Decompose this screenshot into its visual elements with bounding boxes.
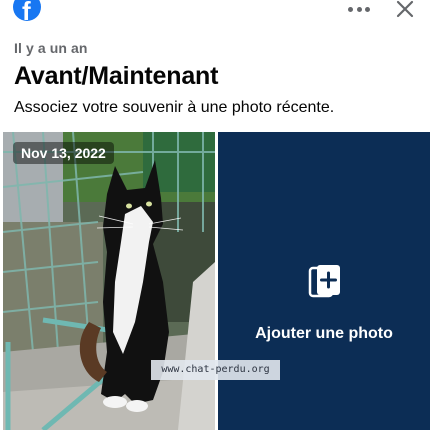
add-photo-label: Ajouter une photo — [255, 325, 393, 342]
watermark: www.chat-perdu.org — [151, 360, 280, 380]
more-dot — [365, 6, 370, 12]
top-bar: f — [0, 0, 430, 28]
cat-photo-image — [3, 132, 215, 430]
more-dot — [356, 6, 362, 12]
facebook-logo-letter: f — [22, 0, 31, 21]
memory-photo[interactable]: Nov 13, 2022 — [3, 132, 215, 430]
more-options-button[interactable] — [344, 1, 374, 17]
memory-title: Avant/Maintenant — [14, 62, 219, 90]
memory-subtitle: Associez votre souvenir à une photo réce… — [14, 99, 335, 116]
more-horizontal-icon — [348, 6, 353, 12]
photo-date-badge: Nov 13, 2022 — [13, 142, 114, 164]
memory-eyebrow: Il y a un an — [14, 40, 88, 56]
facebook-logo-icon: f — [13, 0, 41, 21]
add-photo-button[interactable]: Ajouter une photo — [218, 132, 430, 430]
add-photo-icon — [308, 265, 340, 298]
close-icon[interactable] — [393, 0, 417, 21]
